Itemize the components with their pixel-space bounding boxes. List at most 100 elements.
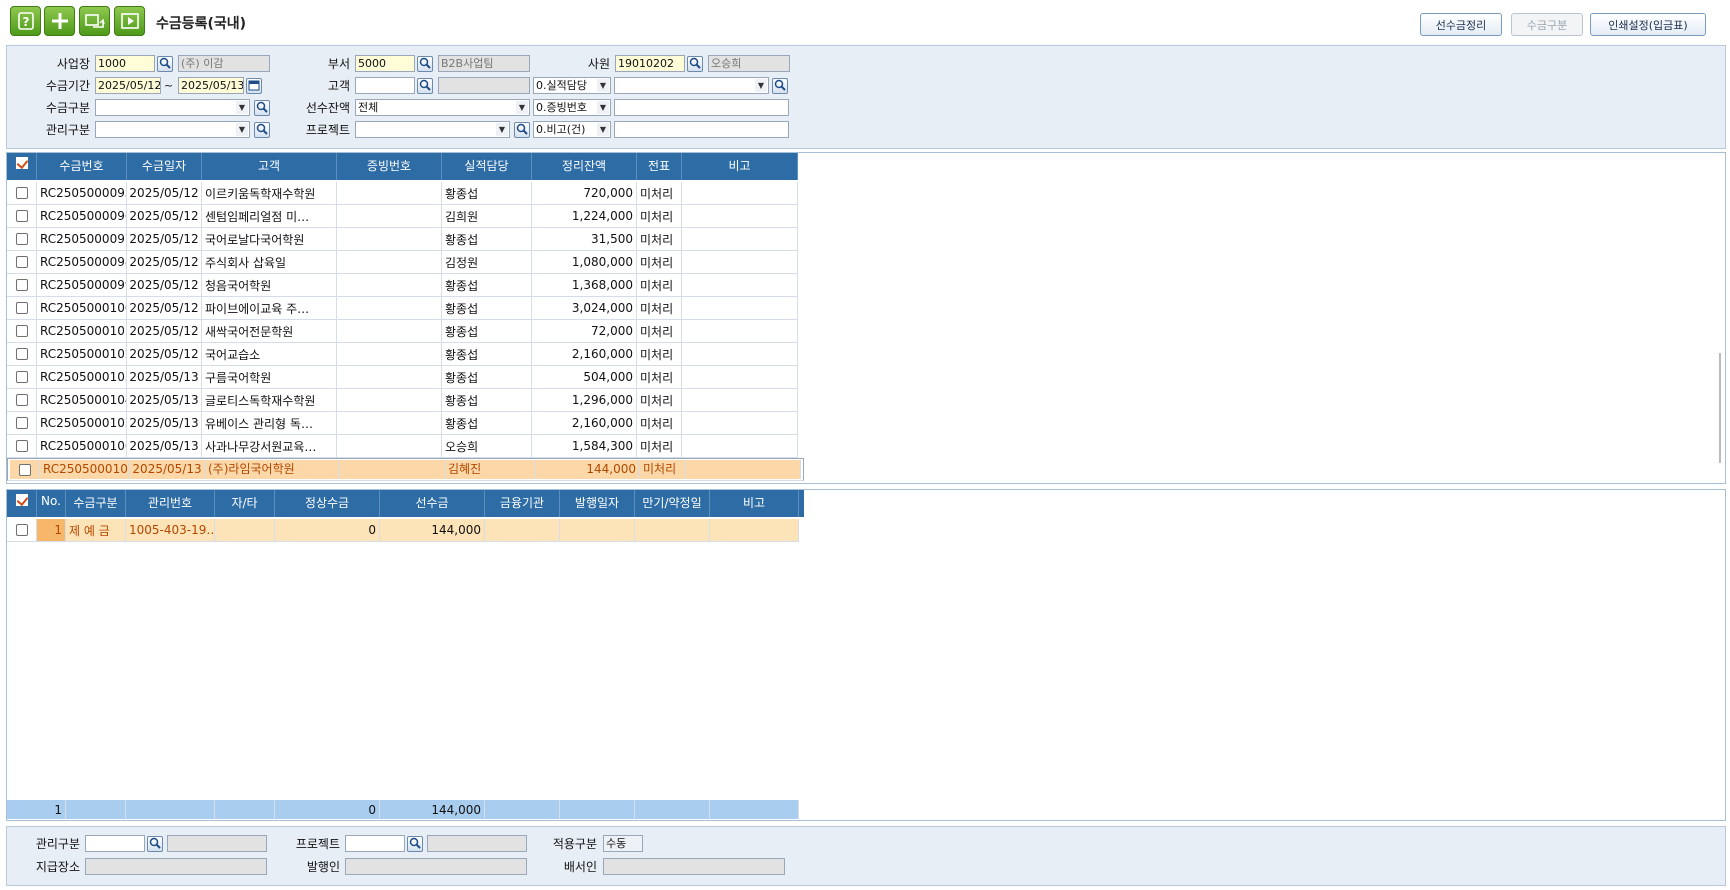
cell-balance[interactable]: 2,160,000 xyxy=(532,343,637,365)
perf-select[interactable]: 0.실적담당 ▼ xyxy=(533,77,611,94)
cell-date[interactable]: 2025/05/13 xyxy=(127,366,202,388)
cell-no[interactable]: RC2505000100 xyxy=(37,297,127,319)
cell-no[interactable]: RC2505000102 xyxy=(37,343,127,365)
cell-note[interactable] xyxy=(682,205,798,227)
cell-slip[interactable]: 미처리 xyxy=(637,251,682,273)
bottom-mgmt-type-search-button[interactable] xyxy=(147,836,163,852)
row-checkbox[interactable] xyxy=(7,519,37,541)
cell-slip[interactable]: 미처리 xyxy=(637,320,682,342)
cell-customer[interactable]: 이르키움독학재수학원 xyxy=(202,182,337,204)
cell-date[interactable]: 2025/05/13 xyxy=(130,460,205,479)
cell-note[interactable] xyxy=(682,320,798,342)
table-row[interactable]: RC2505000104 2025/05/13 글로티스독학재수학원 황종섭 1,296… xyxy=(7,389,798,412)
cell-evidence[interactable] xyxy=(337,182,442,204)
cell-mgmt_no[interactable]: 1005-403-19… xyxy=(126,519,215,541)
row-checkbox[interactable] xyxy=(7,366,37,388)
print-settings-button[interactable]: 인쇄설정(입금표) xyxy=(1590,13,1706,36)
cell-note[interactable] xyxy=(682,389,798,411)
employee-code-input[interactable]: 19010202 xyxy=(615,55,685,72)
row-checkbox[interactable] xyxy=(7,251,37,273)
cell-slip[interactable]: 미처리 xyxy=(637,435,682,457)
cell-no[interactable]: RC2505000098 xyxy=(37,251,127,273)
cell-no[interactable]: RC2505000097 xyxy=(37,228,127,250)
cell-no[interactable]: RC2505000107 xyxy=(40,460,130,479)
add-button[interactable] xyxy=(44,6,75,36)
cell-manager[interactable]: 김혜진 xyxy=(445,460,535,479)
cell-customer[interactable]: 센텀임페리얼점 미… xyxy=(202,205,337,227)
cell-note[interactable] xyxy=(682,228,798,250)
cell-balance[interactable]: 31,500 xyxy=(532,228,637,250)
detail-row[interactable]: 1제 예 금 1005-403-19… 0 144,000 xyxy=(7,519,799,542)
cell-note[interactable] xyxy=(685,460,801,479)
col-receipt-no[interactable]: 수금번호 xyxy=(37,153,127,180)
detail-select-all-checkbox[interactable] xyxy=(7,490,37,517)
cell-evidence[interactable] xyxy=(337,320,442,342)
col-bank[interactable]: 금융기관 xyxy=(485,490,560,517)
select-all-checkbox[interactable] xyxy=(7,153,37,180)
cell-balance[interactable]: 1,296,000 xyxy=(532,389,637,411)
cell-customer[interactable]: 사과나무강서원교육… xyxy=(202,435,337,457)
cell-date[interactable]: 2025/05/12 xyxy=(127,320,202,342)
calendar-button[interactable] xyxy=(246,78,262,94)
row-checkbox[interactable] xyxy=(7,320,37,342)
cell-note[interactable] xyxy=(682,297,798,319)
cell-date[interactable]: 2025/05/13 xyxy=(127,412,202,434)
cell-balance[interactable]: 144,000 xyxy=(535,460,640,479)
cell-slip[interactable]: 미처리 xyxy=(637,182,682,204)
bottom-mgmt-type-input[interactable] xyxy=(85,835,145,852)
cell-balance[interactable]: 1,224,000 xyxy=(532,205,637,227)
table-row[interactable]: RC2505000099 2025/05/12 청음국어학원 황종섭 1,368,000… xyxy=(7,274,798,297)
period-from-input[interactable]: 2025/05/12 xyxy=(95,77,161,94)
cell-balance[interactable]: 1,080,000 xyxy=(532,251,637,273)
table-row[interactable]: RC2505000101 2025/05/12 새싹국어전문학원 황종섭 72,000 미… xyxy=(7,320,798,343)
col-receipt-type[interactable]: 수금구분 xyxy=(66,490,126,517)
cell-evidence[interactable] xyxy=(337,366,442,388)
cell-manager[interactable]: 김정원 xyxy=(442,251,532,273)
cell-no[interactable]: RC2505000105 xyxy=(37,412,127,434)
workplace-code-input[interactable]: 1000 xyxy=(95,55,155,72)
table-row[interactable]: RC2505000095 2025/05/12 이르키움독학재수학원 황종섭 720,0… xyxy=(7,182,798,205)
receipt-type-select[interactable]: ▼ xyxy=(95,99,250,116)
cell-manager[interactable]: 황종섭 xyxy=(442,343,532,365)
row-checkbox[interactable] xyxy=(7,228,37,250)
cell-evidence[interactable] xyxy=(337,343,442,365)
cell-customer[interactable]: 국어로날다국어학원 xyxy=(202,228,337,250)
cell-note[interactable] xyxy=(682,435,798,457)
table-row[interactable]: RC2505000106 2025/05/13 사과나무강서원교육… 오승희 1,584… xyxy=(7,435,798,458)
cell-self[interactable] xyxy=(215,519,275,541)
cell-customer[interactable]: 청음국어학원 xyxy=(202,274,337,296)
run-button[interactable] xyxy=(114,6,145,36)
project-select[interactable]: ▼ xyxy=(355,121,510,138)
cell-evidence[interactable] xyxy=(337,389,442,411)
cell-customer[interactable]: 국어교습소 xyxy=(202,343,337,365)
customer-search-button[interactable] xyxy=(417,78,433,94)
cell-balance[interactable]: 72,000 xyxy=(532,320,637,342)
cell-date[interactable]: 2025/05/12 xyxy=(127,228,202,250)
cell-bank[interactable] xyxy=(485,519,560,541)
cell-date[interactable]: 2025/05/13 xyxy=(127,435,202,457)
cell-note[interactable] xyxy=(682,182,798,204)
cell-evidence[interactable] xyxy=(337,435,442,457)
cell-evidence[interactable] xyxy=(337,251,442,273)
cell-no[interactable]: RC2505000095 xyxy=(37,182,127,204)
cell-no[interactable]: 1 xyxy=(37,519,66,541)
help-button[interactable]: ? xyxy=(10,6,41,36)
col-evidence[interactable]: 증빙번호 xyxy=(337,153,442,180)
cell-balance[interactable]: 1,584,300 xyxy=(532,435,637,457)
cell-manager[interactable]: 황종섭 xyxy=(442,228,532,250)
advance-balance-select[interactable]: 전체 ▼ xyxy=(355,99,530,116)
copy-button[interactable] xyxy=(79,6,110,36)
cell-no[interactable]: RC2505000103 xyxy=(37,366,127,388)
bottom-project-search-button[interactable] xyxy=(407,836,423,852)
table-row[interactable]: RC2505000105 2025/05/13 유베이스 관리형 독… 황종섭 2,16… xyxy=(7,412,798,435)
cell-customer[interactable]: 새싹국어전문학원 xyxy=(202,320,337,342)
cell-evidence[interactable] xyxy=(337,412,442,434)
perf-search-button[interactable] xyxy=(772,78,788,94)
table-row[interactable]: RC2505000107 2025/05/13 (주)라임국어학원 김혜진 144,00… xyxy=(7,458,804,481)
cell-no[interactable]: RC2505000104 xyxy=(37,389,127,411)
cell-customer[interactable]: 파이브에이교육 주… xyxy=(202,297,337,319)
col-due-date[interactable]: 만기/약정일 xyxy=(635,490,710,517)
cell-due[interactable] xyxy=(635,519,710,541)
dept-search-button[interactable] xyxy=(417,56,433,72)
receipt-type-button[interactable]: 수금구분 xyxy=(1511,13,1583,36)
